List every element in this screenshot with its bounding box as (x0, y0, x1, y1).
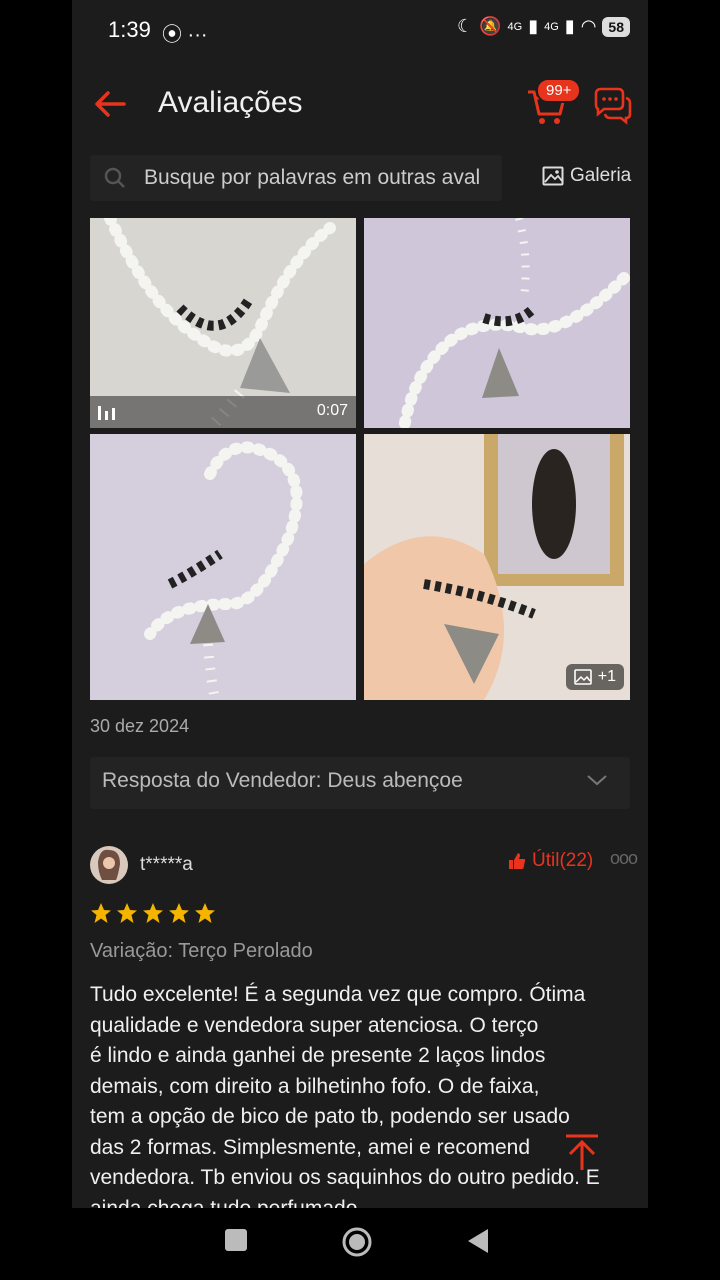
seller-reply-message: Deus abençoe (327, 769, 463, 792)
cart-badge: 99+ (536, 78, 582, 103)
page-title: Avaliações (158, 86, 303, 119)
status-notification-icons: ⦿ ··· (162, 24, 208, 46)
scroll-to-top-icon[interactable] (560, 1130, 604, 1174)
video-duration: 0:07 (316, 402, 348, 419)
image-icon (542, 166, 564, 186)
review-text-line: ainda chega tudo perfumado. (90, 1196, 364, 1209)
search-icon (104, 167, 125, 188)
search-input[interactable]: Busque por palavras em outras aval (144, 155, 502, 201)
moon-icon: ☾ (456, 16, 474, 36)
seller-reply-text: Resposta do Vendedor: Deus abençoe (102, 769, 463, 793)
recents-button-icon[interactable] (224, 1228, 248, 1252)
review-video-thumbnail[interactable]: 0:07 (90, 218, 356, 428)
thumbs-up-icon (509, 853, 526, 869)
more-photos-badge[interactable]: +1 (565, 664, 624, 690)
review-text: Tudo excelente! É a segunda vez que comp… (90, 980, 630, 1208)
review-text-line: tem a opção de bico de pato tb, podendo … (90, 1105, 570, 1128)
review-text-line: vendedora. Tb enviou os saquinhos do out… (90, 1166, 600, 1189)
search-box[interactable]: Busque por palavras em outras aval (90, 155, 502, 201)
rosary-photo (364, 218, 630, 428)
star-icon (143, 903, 163, 923)
star-icon (195, 903, 215, 923)
signal-icon: ▮ (528, 16, 539, 36)
signal-icon: ▮ (564, 16, 575, 36)
app-bar: Avaliações 99+ (72, 70, 648, 140)
product-variation: Variação: Terço Perolado (90, 940, 313, 962)
mute-icon: 🔕 (479, 16, 502, 36)
star-icon (91, 903, 111, 923)
more-options-icon[interactable]: ooo (610, 848, 638, 869)
battery-icon: 58 (602, 16, 630, 37)
system-nav-bar (0, 1208, 720, 1280)
search-row: Busque por palavras em outras aval Galer… (90, 155, 631, 201)
helpful-button[interactable]: Útil(22) (508, 850, 593, 872)
video-icon (98, 406, 115, 420)
review-text-line: qualidade e vendedora super atenciosa. O… (90, 1013, 539, 1037)
review-date: 30 dez 2024 (90, 716, 190, 736)
signal-4g-label-1: 4G (507, 20, 523, 33)
review-text-line: das 2 formas. Simplesmente, amei e recom… (90, 1135, 531, 1159)
home-button-icon[interactable] (341, 1226, 373, 1258)
seller-reply[interactable]: Resposta do Vendedor: Deus abençoe (90, 757, 630, 809)
reviewer-name: t*****a (140, 854, 193, 875)
review-text-line: demais, com direito a bilhetinho fofo. O… (90, 1074, 540, 1098)
seller-reply-label: Resposta do Vendedor: (102, 769, 322, 792)
status-right-icons: ☾ 🔕 4G ▮ 4G ▮ ◠ 58 (457, 16, 630, 37)
rosary-photo (90, 434, 356, 700)
review-photo-4[interactable]: +1 (364, 434, 630, 700)
chat-icon[interactable] (590, 84, 634, 128)
image-icon (573, 669, 592, 685)
more-photos-count: +1 (597, 668, 616, 685)
app-screen: 1:39 ⦿ ··· ☾ 🔕 4G ▮ 4G ▮ ◠ 58 Avaliações… (72, 0, 648, 1208)
signal-4g-label-2: 4G (544, 20, 559, 33)
review-text-line: Tudo excelente! É a segunda vez que comp… (90, 983, 586, 1006)
review-photo-3[interactable] (90, 434, 356, 700)
back-button-icon[interactable] (466, 1228, 490, 1254)
status-time: 1:39 (108, 17, 151, 42)
review-media-grid: 0:07 +1 (90, 218, 630, 700)
avatar[interactable] (90, 846, 128, 884)
hand-rosary-photo (364, 434, 630, 700)
wifi-icon: ◠ (580, 16, 597, 36)
chevron-down-icon[interactable] (586, 773, 608, 787)
status-bar: 1:39 ⦿ ··· ☾ 🔕 4G ▮ 4G ▮ ◠ 58 (72, 0, 648, 60)
star-rating (90, 902, 216, 924)
helpful-count: Útil(22) (532, 850, 594, 871)
star-icon (169, 903, 189, 923)
gallery-button[interactable]: Galeria (542, 165, 631, 187)
gallery-label: Galeria (570, 165, 632, 186)
star-icon (117, 903, 137, 923)
back-arrow-icon[interactable] (90, 84, 130, 124)
video-overlay: 0:07 (90, 396, 356, 428)
review-photo-2[interactable] (364, 218, 630, 428)
review-text-line: é lindo e ainda ganhei de presente 2 laç… (90, 1044, 546, 1067)
